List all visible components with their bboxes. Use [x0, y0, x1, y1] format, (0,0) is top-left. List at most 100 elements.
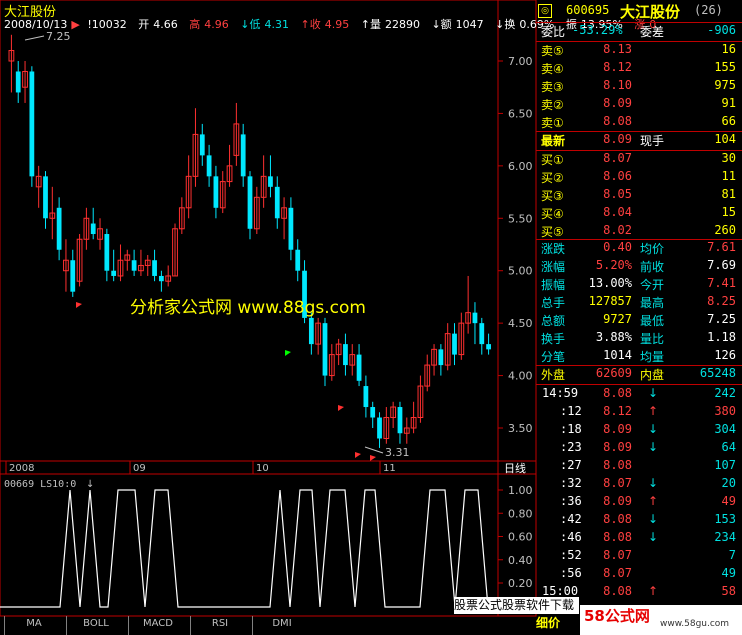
tick-volume: 58	[721, 584, 736, 598]
signal-arrow-icon	[338, 405, 344, 411]
candle-body	[452, 333, 457, 355]
y-tick-label: 5.50	[508, 212, 533, 225]
candle-body	[15, 71, 21, 93]
candle-body	[486, 344, 491, 350]
tick-price: 8.08	[603, 512, 632, 526]
y-axis-ticks: 7.00 6.50 6.00 5.50 5.00 4.50 4.00 3.50	[498, 55, 533, 435]
candle-body	[56, 207, 62, 250]
tick-price: 8.07	[603, 566, 632, 580]
stat-row: 分笔 1014 均量 126	[536, 348, 742, 366]
signal-arrow-icon	[370, 455, 376, 461]
stat-row: 涨跌 0.40 均价 7.61	[536, 240, 742, 258]
tick-price: 8.08	[603, 386, 632, 400]
ask-volume: 16	[721, 42, 736, 56]
tick-time: :32	[560, 476, 582, 490]
info-date: 2008/10/13	[4, 18, 68, 31]
tick-volume: 7	[728, 548, 736, 562]
candle-body	[274, 186, 280, 219]
ask-price: 8.12	[603, 60, 632, 74]
candle-body	[111, 270, 117, 276]
ask-price: 8.13	[603, 42, 632, 56]
ask-label: 卖①	[541, 116, 564, 130]
bid-label: 买⑤	[541, 225, 564, 239]
tab-ma[interactable]: MA	[4, 616, 63, 635]
candle-body	[206, 155, 212, 177]
bid-price: 8.04	[603, 205, 632, 219]
bid-volume: 11	[721, 169, 736, 183]
indicator-y-axis: 1.00 0.80 0.60 0.40 0.20	[498, 484, 533, 590]
stat-label: 均量	[640, 350, 665, 364]
candle-body	[343, 344, 348, 366]
tick-volume: 49	[721, 566, 736, 580]
info-code: !10032	[87, 18, 127, 31]
bid-price: 8.05	[603, 187, 632, 201]
ad-banner[interactable]: 股票公式股票软件下载	[454, 597, 579, 614]
tab-dmi[interactable]: DMI	[252, 616, 311, 635]
stock-type-icon[interactable]: ◎	[538, 4, 552, 18]
candle-body	[363, 386, 369, 408]
ask-price: 8.08	[603, 114, 632, 128]
site-url: www.58gu.com	[660, 619, 730, 629]
tick-row: :18 8.09 ↓ 304	[536, 422, 742, 440]
info-high: 高 4.96	[189, 18, 229, 31]
quote-count: (26)	[694, 3, 723, 17]
tick-row: :12 8.12 ↑ 380	[536, 404, 742, 422]
stat-row: 涨幅 5.20% 前收 7.69	[536, 258, 742, 276]
stat-value: 127857	[588, 294, 632, 308]
stat-value: 13.00%	[588, 276, 632, 290]
weibi-value: -53.29%	[572, 23, 623, 37]
candlestick-series	[8, 34, 491, 461]
ask-price: 8.09	[603, 96, 632, 110]
y-tick-label: 4.00	[508, 370, 533, 383]
tick-volume: 64	[721, 440, 736, 454]
stat-value: 9727	[603, 312, 632, 326]
tab-boll[interactable]: BOLL	[66, 616, 125, 635]
signal-arrow-icon	[285, 350, 291, 356]
bid-label: 买②	[541, 171, 564, 185]
ask-label: 卖③	[541, 80, 564, 94]
tab-rsi[interactable]: RSI	[190, 616, 249, 635]
candle-body	[29, 71, 35, 177]
y-tick-label: 6.50	[508, 107, 533, 120]
period-label[interactable]: 日线	[504, 461, 526, 475]
y-tick-label: 7.00	[508, 55, 533, 68]
indicator-line	[0, 489, 498, 608]
candle-body	[288, 207, 294, 250]
bid-label: 买①	[541, 153, 564, 167]
bid-label: 买③	[541, 189, 564, 203]
tick-volume: 49	[721, 494, 736, 508]
info-open: 开 4.66	[138, 18, 178, 31]
site-logo-box[interactable]: 58公式网 www.58gu.com	[580, 605, 742, 635]
latest-row: 最新 8.09 现手 104	[536, 132, 742, 150]
tick-time: :42	[560, 512, 582, 526]
inner-label: 内盘	[640, 368, 665, 382]
ask-row: 卖② 8.09 91	[536, 96, 742, 114]
tab-macd[interactable]: MACD	[128, 616, 187, 635]
stat-row: 总额 9727 最低 7.25	[536, 312, 742, 330]
xianshou-value: 104	[714, 132, 736, 146]
bottom-tab-detail[interactable]: 细价	[536, 614, 580, 634]
candle-body	[370, 407, 376, 418]
bid-row: 买① 8.07 30	[536, 151, 742, 169]
stat-row: 总手 127857 最高 8.25	[536, 294, 742, 312]
candle-body	[397, 407, 403, 434]
candle-body	[240, 134, 246, 177]
indicator-title: 00669 LS10:0	[4, 479, 76, 490]
candle-body	[43, 176, 48, 219]
y-tick-label: 4.50	[508, 317, 533, 330]
weicha-label: 委差	[640, 25, 665, 39]
tick-volume: 234	[714, 530, 736, 544]
tick-time: 14:59	[542, 386, 579, 400]
stat-row: 振幅 13.00% 今开 7.41	[536, 276, 742, 294]
candle-body	[158, 275, 164, 282]
stat-value: 3.88%	[595, 330, 632, 344]
ask-row: 卖⑤ 8.13 16	[536, 42, 742, 60]
ask-volume: 91	[721, 96, 736, 110]
bid-price: 8.07	[603, 151, 632, 165]
stat-label: 涨跌	[541, 242, 566, 256]
stat-value: 5.20%	[595, 258, 632, 272]
candle-body	[308, 317, 314, 345]
stat-value: 7.25	[707, 312, 736, 326]
tick-time: :27	[560, 458, 582, 472]
stat-value: 8.25	[707, 294, 736, 308]
